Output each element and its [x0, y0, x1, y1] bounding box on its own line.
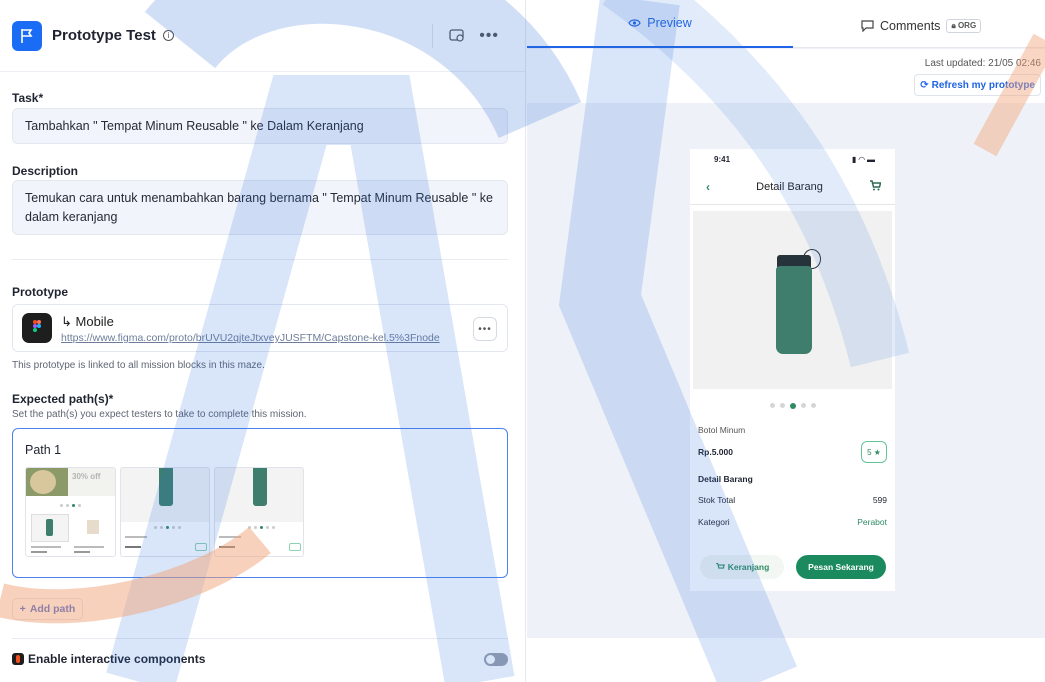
rating-badge: 5 ★ [861, 441, 887, 463]
stock-value: 599 [872, 495, 887, 505]
figma-small-icon [12, 653, 24, 665]
task-label: Task* [12, 91, 44, 105]
tab-preview-label: Preview [647, 16, 692, 30]
preview-settings-icon[interactable] [449, 28, 465, 43]
description-input[interactable]: Temukan cara untuk menambahkan barang be… [12, 180, 508, 235]
description-label: Description [12, 164, 79, 178]
preview-panel: Preview Comments 🔒︎ ORG Last updated: 21… [527, 0, 1045, 682]
more-options-icon[interactable]: ••• [479, 27, 499, 45]
preview-tabs: Preview Comments 🔒︎ ORG [527, 0, 1045, 48]
refresh-icon: ⟳ [920, 79, 929, 91]
eye-icon [628, 19, 641, 27]
header-divider [432, 23, 434, 48]
phone-nav-bar: ‹ Detail Barang [690, 169, 895, 205]
detail-section-title: Detail Barang [698, 474, 753, 484]
interactive-components-row: Enable interactive components [12, 652, 508, 666]
tab-comments-label: Comments [880, 19, 941, 33]
task-input[interactable]: Tambahkan " Tempat Minum Reusable " ke D… [12, 108, 508, 144]
cart-small-icon [715, 562, 725, 573]
refresh-label: Refresh my prototype [931, 79, 1035, 91]
section-divider [12, 638, 508, 639]
image-carousel-dots[interactable] [690, 403, 895, 409]
phone-action-bar: Keranjang Pesan Sekarang [690, 545, 895, 591]
section-divider [12, 259, 508, 260]
prototype-card[interactable]: ↳ Mobile https://www.figma.com/proto/brU… [12, 304, 508, 352]
add-path-label: Add path [29, 603, 76, 615]
interactive-components-label: Enable interactive components [28, 652, 206, 666]
plus-icon: + [19, 603, 26, 615]
product-name: Botol Minum [698, 425, 746, 435]
category-label: Kategori [698, 517, 730, 527]
prototype-more-button[interactable]: ••• [473, 317, 497, 341]
prototype-phone-screen[interactable]: 9:41 ▮ ◠ ▬ ‹ Detail Barang Botol Minum R… [690, 149, 895, 591]
preview-bottom-strip [527, 638, 1045, 682]
refresh-prototype-button[interactable]: ⟳ Refresh my prototype [914, 74, 1041, 96]
tab-preview[interactable]: Preview [527, 0, 793, 48]
prototype-name: ↳ Mobile [61, 314, 114, 329]
path-screen-thumbnail[interactable]: 30% off [25, 467, 116, 557]
interactive-components-toggle[interactable] [484, 652, 508, 666]
prototype-label: Prototype [12, 285, 69, 299]
phone-status-bar: 9:41 ▮ ◠ ▬ [690, 149, 895, 169]
preview-toolbar: Last updated: 21/05 02:46 ⟳ Refresh my p… [527, 49, 1045, 103]
back-icon[interactable]: ‹ [706, 180, 710, 194]
stock-label: Stok Total [698, 495, 736, 505]
add-path-button[interactable]: + Add path [12, 598, 83, 620]
figma-icon [22, 313, 52, 343]
flag-icon [12, 20, 42, 51]
product-image [693, 211, 892, 389]
signal-wifi-battery-icon: ▮ ◠ ▬ [852, 154, 875, 164]
path-card[interactable]: Path 1 30% off [12, 428, 508, 578]
product-price: Rp.5.000 [698, 447, 733, 457]
block-header: Prototype Test i ••• [0, 0, 525, 72]
tab-comments[interactable]: Comments 🔒︎ ORG [861, 19, 982, 33]
comment-icon [861, 20, 874, 32]
last-updated-text: Last updated: 21/05 02:46 [924, 58, 1041, 69]
path-title: Path 1 [25, 443, 62, 457]
path-screen-thumbnail[interactable] [214, 467, 304, 557]
org-badge-label: ORG [957, 21, 977, 30]
block-title: Prototype Test [52, 27, 156, 44]
prototype-note: This prototype is linked to all mission … [12, 360, 265, 371]
lock-icon: 🔒︎ [951, 21, 956, 30]
add-to-cart-label: Keranjang [727, 562, 770, 572]
add-to-cart-button[interactable]: Keranjang [700, 555, 784, 579]
prototype-url-link[interactable]: https://www.figma.com/proto/brUVU2qjteJt… [61, 332, 447, 344]
editor-panel: Prototype Test i ••• Task* Tambahkan " T… [0, 0, 526, 682]
info-icon[interactable]: i [162, 30, 174, 41]
org-badge: 🔒︎ ORG [946, 19, 982, 33]
expected-paths-hint: Set the path(s) you expect testers to ta… [12, 409, 307, 420]
cart-icon[interactable] [869, 178, 882, 196]
path-screen-thumbnail[interactable] [120, 467, 210, 557]
phone-nav-title: Detail Barang [756, 180, 823, 193]
category-value: Perabot [857, 517, 887, 527]
expected-paths-label: Expected path(s)* [12, 392, 114, 406]
phone-time: 9:41 [714, 154, 731, 164]
thumb-promo-text: 30% off [72, 472, 101, 481]
order-now-button[interactable]: Pesan Sekarang [796, 555, 886, 579]
